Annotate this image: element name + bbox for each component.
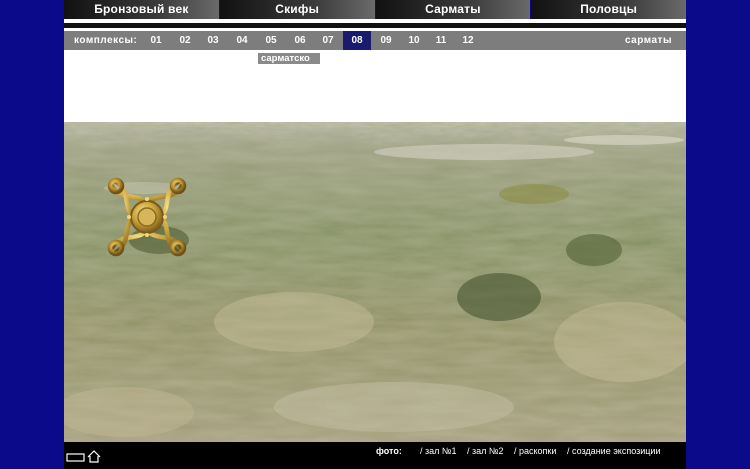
complex-07[interactable]: 07 [314, 31, 342, 50]
gold-plaque-icon [107, 177, 187, 257]
complex-11[interactable]: 11 [427, 31, 455, 50]
nav-icons [66, 450, 101, 463]
steppe-landscape [64, 122, 686, 442]
steppe-photo [64, 122, 686, 442]
tab-sarmatians[interactable]: Сарматы [375, 0, 532, 19]
side-icons [66, 448, 106, 469]
home-icon[interactable] [87, 450, 101, 463]
complexes-bar: комплексы: 01 02 03 04 05 06 07 08 09 10… [64, 31, 686, 50]
complex-05[interactable]: 05 [257, 31, 285, 50]
photo-label: фото: [376, 446, 402, 456]
link-exhibition-creation[interactable]: / создание экспозиции [567, 446, 660, 456]
section-label: сарматы [625, 35, 672, 46]
complex-01[interactable]: 01 [142, 31, 170, 50]
complex-03[interactable]: 03 [199, 31, 227, 50]
complex-tooltip: сарматско [258, 53, 320, 64]
tab-scythians[interactable]: Скифы [219, 0, 376, 19]
complex-02[interactable]: 02 [171, 31, 199, 50]
link-hall-1[interactable]: / зал №1 [420, 446, 457, 456]
gold-plaque-artifact[interactable] [102, 172, 192, 262]
complexes-label: комплексы: [74, 35, 138, 46]
tab-bronze-age[interactable]: Бронзовый век [64, 0, 220, 19]
window-icon[interactable] [66, 453, 85, 462]
top-nav: Бронзовый век Скифы Сарматы Половцы [64, 0, 686, 19]
tab-polovtsy[interactable]: Половцы [531, 0, 686, 19]
complex-06[interactable]: 06 [286, 31, 314, 50]
complex-09[interactable]: 09 [372, 31, 400, 50]
link-hall-2[interactable]: / зал №2 [467, 446, 504, 456]
header-divider [64, 23, 686, 28]
complex-08[interactable]: 08 [343, 31, 371, 50]
complex-12[interactable]: 12 [454, 31, 482, 50]
footer-bar: фото: / зал №1 / зал №2 / раскопки / соз… [64, 442, 686, 469]
app-frame: Бронзовый век Скифы Сарматы Половцы комп… [64, 0, 686, 469]
complex-10[interactable]: 10 [400, 31, 428, 50]
link-excavations[interactable]: / раскопки [514, 446, 556, 456]
complex-04[interactable]: 04 [228, 31, 256, 50]
